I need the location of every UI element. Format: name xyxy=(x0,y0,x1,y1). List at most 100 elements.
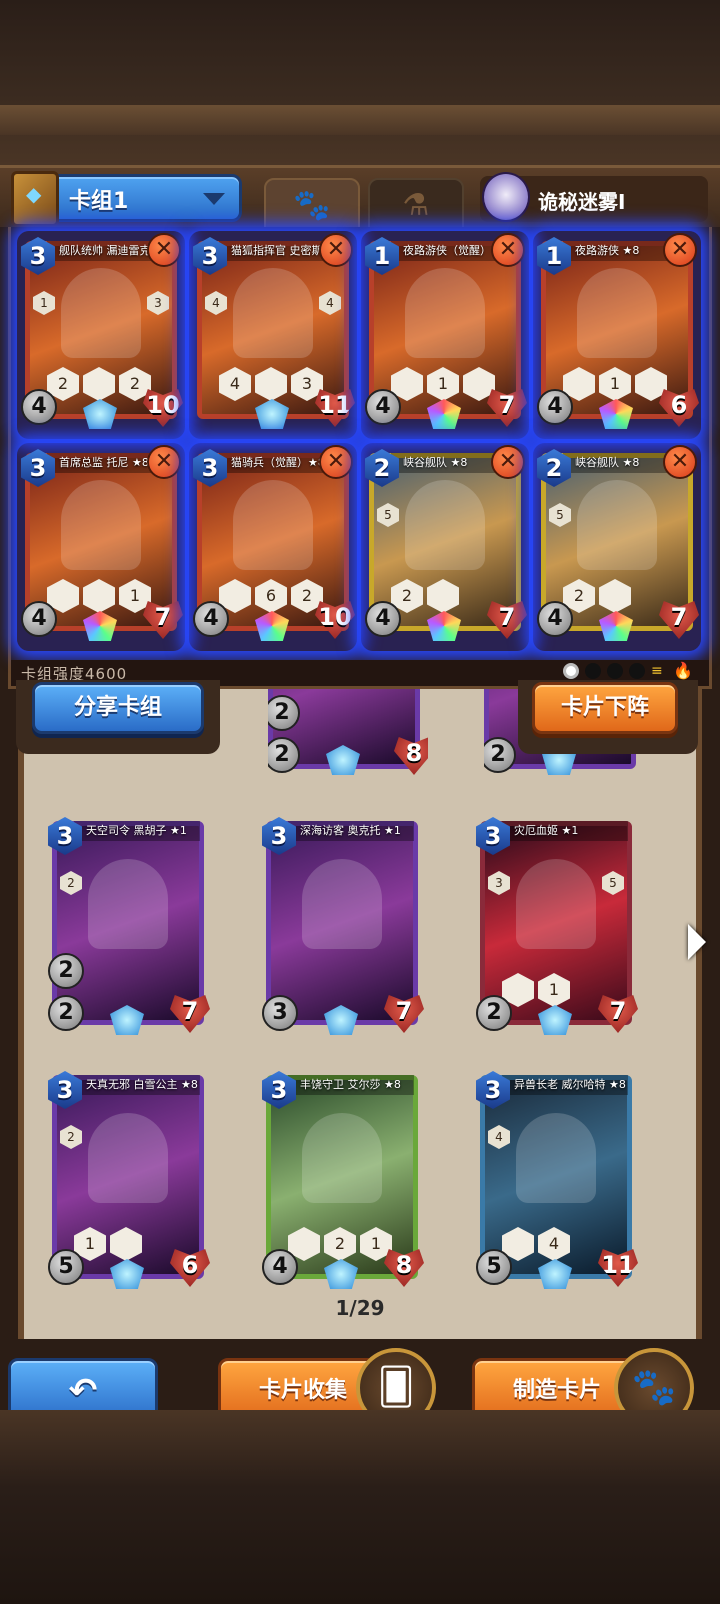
card-attack: 4 xyxy=(365,601,401,637)
mystery-mode-badge[interactable]: 诡秘迷雾I xyxy=(480,172,708,222)
card-attack: 4 xyxy=(21,389,57,425)
card-attack: 4 xyxy=(21,601,57,637)
card-skills: 21 xyxy=(288,1227,392,1261)
skill-badge xyxy=(83,367,115,401)
collection-card[interactable]: 深海访客 奥克托 ★1 3 3 7 xyxy=(262,815,424,1037)
remove-card-x-icon[interactable]: ✕ xyxy=(147,233,181,267)
card-skills: 43 xyxy=(219,367,323,401)
collection-card[interactable]: 天真无邪 白雪公主 ★8 3 2 1 5 6 xyxy=(48,1069,210,1291)
card-attack: 4 xyxy=(262,1249,298,1285)
card-attack: 4 xyxy=(365,389,401,425)
card-attack: 2 xyxy=(48,995,84,1031)
collection-card[interactable]: 灾厄血姬 ★1 3 3 5 1 2 7 xyxy=(476,815,638,1037)
card-portrait xyxy=(61,480,141,571)
card-skills: 1 xyxy=(47,579,151,613)
card-title: 丰饶守卫 艾尔莎 ★8 xyxy=(288,1075,414,1095)
card-title: 天空司令 黑胡子 ★1 xyxy=(74,821,200,841)
deck-card[interactable]: 夜路游侠（觉醒）★8 1 ✕ 1 4 7 xyxy=(361,231,529,439)
card-attack: 5 xyxy=(48,1249,84,1285)
skill-badge: 6 xyxy=(255,579,287,613)
remove-card-x-icon[interactable]: ✕ xyxy=(491,233,525,267)
card-art-frame xyxy=(52,821,204,1025)
card-portrait xyxy=(88,1112,168,1203)
mist-ghost-icon xyxy=(482,172,530,222)
chevron-down-icon xyxy=(203,193,225,205)
card-skills: 1 xyxy=(563,367,667,401)
deck-page-dots: ≡ 🔥 xyxy=(563,661,693,680)
remove-card-x-icon[interactable]: ✕ xyxy=(663,445,697,479)
card-skills: 2 xyxy=(391,579,459,613)
skill-badge: 2 xyxy=(324,1227,356,1261)
card-portrait xyxy=(577,480,657,571)
card-extra-stat: 2 xyxy=(48,953,84,989)
card-attack: 5 xyxy=(476,1249,512,1285)
top-wood-banner xyxy=(0,0,720,165)
collection-card[interactable]: 天空司令 黑胡子 ★1 3 2 2 2 7 xyxy=(48,815,210,1037)
partial-collection-card[interactable]: 228 xyxy=(268,689,428,779)
skill-badge xyxy=(83,579,115,613)
card-portrait xyxy=(302,858,382,949)
card-portrait xyxy=(516,858,596,949)
skill-badge: 4 xyxy=(219,367,251,401)
card-attack: 4 xyxy=(193,601,229,637)
mystery-mode-label: 诡秘迷雾I xyxy=(538,190,626,214)
card-portrait xyxy=(233,480,313,571)
dot-active-icon xyxy=(563,663,579,679)
page-indicator: 1/29 xyxy=(335,1296,385,1320)
back-arrow-icon: ↶ xyxy=(68,1371,98,1411)
card-portrait xyxy=(88,858,168,949)
deck-selector-label: 卡组1 xyxy=(69,189,129,214)
card-art-frame xyxy=(266,821,418,1025)
skill-badge: 1 xyxy=(599,367,631,401)
card-portrait xyxy=(516,1112,596,1203)
remove-card-x-icon[interactable]: ✕ xyxy=(663,233,697,267)
card-portrait xyxy=(302,1112,382,1203)
deck-card[interactable]: 首席总监 托尼 ★8 3 ✕ 1 4 7 xyxy=(17,443,185,651)
skill-badge: 4 xyxy=(538,1227,570,1261)
share-deck-button[interactable]: 分享卡组 xyxy=(32,682,204,734)
dot-icon xyxy=(629,663,645,679)
deck-card[interactable]: 猫骑兵（觉醒）★8 3 ✕ 6 2 4 10 xyxy=(189,443,357,651)
card-title: 灾厄血姬 ★1 xyxy=(502,821,628,841)
card-skills: 1 xyxy=(502,973,570,1007)
tab-paw-icon[interactable]: 🐾 xyxy=(264,178,360,232)
remove-card-x-icon[interactable]: ✕ xyxy=(491,445,525,479)
deck-card[interactable]: 峡谷舰队 ★8 2 ✕ 5 2 4 7 xyxy=(533,443,701,651)
card-title: 异兽长老 威尔哈特 ★8 xyxy=(502,1075,628,1095)
dot-icon xyxy=(585,663,601,679)
skill-badge xyxy=(427,579,459,613)
remove-card-x-icon[interactable]: ✕ xyxy=(319,445,353,479)
next-page-arrow-icon[interactable] xyxy=(688,924,706,960)
skill-badge: 1 xyxy=(538,973,570,1007)
remove-card-x-icon[interactable]: ✕ xyxy=(147,445,181,479)
card-attack: 2 xyxy=(476,995,512,1031)
deck-selector-dropdown[interactable]: 卡组1 xyxy=(11,171,242,227)
deck-card[interactable]: 猫狐指挥官 史密斯 ★8 3 ✕ 4 4 4 3 11 xyxy=(189,231,357,439)
card-attack: 3 xyxy=(262,995,298,1031)
deck-card[interactable]: 舰队统帅 漏迪雷克 ★8 3 ✕ 1 3 2 2 4 10 xyxy=(17,231,185,439)
card-skills: 22 xyxy=(47,367,151,401)
card-skills: 1 xyxy=(391,367,495,401)
fire-icon: 🔥 xyxy=(673,661,693,680)
bottom-wood-banner xyxy=(0,1410,720,1604)
remove-card-button[interactable]: 卡片下阵 xyxy=(532,682,678,734)
deck-card[interactable]: 峡谷舰队 ★8 2 ✕ 5 2 4 7 xyxy=(361,443,529,651)
card-portrait xyxy=(577,268,657,359)
deck-header: 卡组1 🐾 ⚗ 诡秘迷雾I xyxy=(0,165,720,232)
card-skills: 1 xyxy=(74,1227,142,1261)
card-portrait xyxy=(233,268,313,359)
collection-card[interactable]: 异兽长老 威尔哈特 ★8 3 4 4 5 11 xyxy=(476,1069,638,1291)
card-title: 深海访客 奥克托 ★1 xyxy=(288,821,414,841)
card-portrait xyxy=(405,480,485,571)
tab-potion-icon[interactable]: ⚗ xyxy=(368,178,464,232)
remove-card-x-icon[interactable]: ✕ xyxy=(319,233,353,267)
skill-badge xyxy=(110,1227,142,1261)
dot-icon xyxy=(607,663,623,679)
card-title: 天真无邪 白雪公主 ★8 xyxy=(74,1075,200,1095)
card-collection-area: 2282 天空司令 黑胡子 ★1 3 2 2 2 7 深海访客 奥克托 ★1 3 3 7 灾厄血姬 … xyxy=(18,689,702,1339)
card-portrait xyxy=(405,268,485,359)
card-attack: 4 xyxy=(537,389,573,425)
collection-card[interactable]: 丰饶守卫 艾尔莎 ★8 3 2 1 4 8 xyxy=(262,1069,424,1291)
deck-card[interactable]: 夜路游侠 ★8 1 ✕ 1 4 6 xyxy=(533,231,701,439)
card-attack: 4 xyxy=(537,601,573,637)
